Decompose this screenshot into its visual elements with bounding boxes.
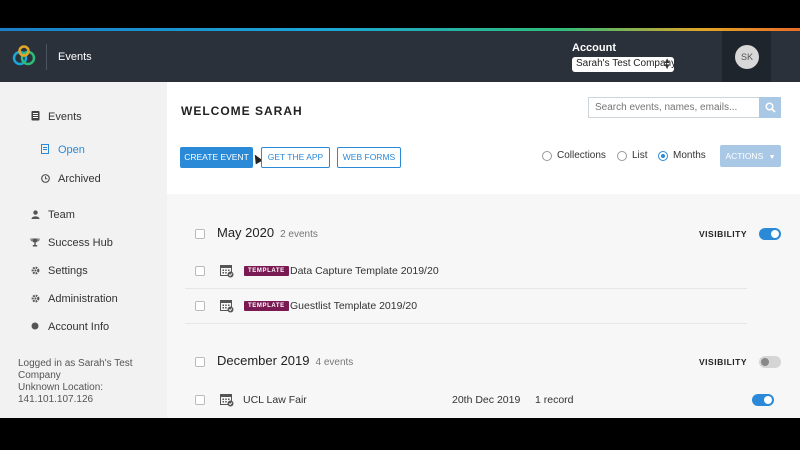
- calendar-check-icon: [220, 394, 234, 407]
- app-title: Events: [58, 51, 92, 63]
- clock-icon: [38, 173, 52, 185]
- template-badge: TEMPLATE: [244, 266, 289, 276]
- group-title-text: May 2020: [217, 225, 275, 240]
- month-group-header: December 2019 4 events VISIBILITY: [185, 342, 781, 382]
- table-row[interactable]: TEMPLATE Data Capture Template 2019/20: [185, 254, 747, 289]
- top-header: [0, 28, 800, 82]
- gear-icon: [28, 294, 42, 305]
- web-forms-button[interactable]: WEB FORMS: [337, 147, 401, 168]
- sidebar-item-label: Administration: [48, 293, 118, 305]
- sidebar-item-administration[interactable]: Administration: [28, 293, 118, 305]
- login-info-user: Logged in as Sarah's Test Company: [18, 358, 133, 381]
- view-option-label: Collections: [557, 150, 606, 161]
- login-info-ip: 141.101.107.126: [18, 394, 94, 405]
- sidebar-item-label: Archived: [58, 173, 101, 185]
- visibility-label: VISIBILITY: [699, 229, 747, 239]
- sidebar-item-label: Success Hub: [48, 237, 113, 249]
- sidebar-item-success-hub[interactable]: Success Hub: [28, 237, 113, 249]
- table-row[interactable]: UCL Law Fair 20th Dec 2019 1 record: [185, 383, 781, 418]
- app-frame: Events Account Sarah's Test Company ▲ ▼ S…: [0, 0, 800, 450]
- circle-icon: [28, 322, 42, 332]
- row-checkbox[interactable]: [195, 395, 205, 405]
- sidebar-item-settings[interactable]: Settings: [28, 265, 88, 277]
- sidebar-item-team[interactable]: Team: [28, 209, 75, 221]
- sidebar-item-label: Team: [48, 209, 75, 221]
- group-count: 4 events: [315, 357, 354, 368]
- search-button[interactable]: [759, 97, 781, 118]
- event-name[interactable]: UCL Law Fair: [243, 394, 307, 406]
- event-name[interactable]: Data Capture Template 2019/20: [290, 265, 439, 277]
- user-icon: [28, 209, 42, 221]
- group-title: May 2020 2 events: [217, 225, 318, 240]
- sidebar-item-archived[interactable]: Archived: [38, 173, 101, 185]
- account-select[interactable]: Sarah's Test Company ▲ ▼: [572, 57, 674, 72]
- sidebar-item-label: Events: [48, 110, 82, 123]
- trophy-icon: [28, 238, 42, 249]
- app-logo-icon[interactable]: [12, 45, 38, 67]
- account-select-value: Sarah's Test Company: [576, 58, 674, 69]
- view-option-label: Months: [673, 150, 706, 161]
- select-arrows-icon: ▲ ▼: [663, 57, 671, 71]
- view-option-list[interactable]: List: [617, 150, 648, 161]
- search-input[interactable]: [588, 97, 759, 118]
- visibility-toggle[interactable]: [759, 228, 781, 240]
- event-records: 1 record: [535, 394, 574, 406]
- visibility-toggle[interactable]: [759, 356, 781, 368]
- login-info-location: Unknown Location:: [18, 382, 104, 393]
- group-title-text: December 2019: [217, 353, 310, 368]
- search-icon: [765, 102, 776, 113]
- radio-months[interactable]: [658, 150, 668, 161]
- gear-icon: [28, 266, 42, 277]
- view-option-collections[interactable]: Collections: [542, 150, 606, 161]
- group-checkbox[interactable]: [195, 229, 205, 239]
- visibility-label: VISIBILITY: [699, 357, 747, 367]
- document-icon: [38, 144, 52, 156]
- template-badge: TEMPLATE: [244, 301, 289, 311]
- row-checkbox[interactable]: [195, 301, 205, 311]
- page-title: WELCOME SARAH: [181, 104, 303, 118]
- group-count: 2 events: [280, 229, 318, 240]
- table-row[interactable]: TEMPLATE Guestlist Template 2019/20: [185, 289, 747, 324]
- calendar-check-icon: [220, 265, 234, 278]
- get-the-app-button[interactable]: GET THE APP: [261, 147, 330, 168]
- view-option-months[interactable]: Months: [658, 150, 706, 161]
- group-title: December 2019 4 events: [217, 353, 353, 368]
- actions-label: ACTIONS: [725, 151, 764, 161]
- sidebar-item-account-info[interactable]: Account Info: [28, 321, 109, 333]
- visibility-toggle[interactable]: [752, 394, 774, 406]
- create-event-button[interactable]: CREATE EVENT: [180, 147, 253, 168]
- radio-collections[interactable]: [542, 150, 552, 161]
- sidebar-item-label: Settings: [48, 265, 88, 277]
- sidebar-item-events[interactable]: Events: [28, 110, 82, 123]
- month-group-header: May 2020 2 events VISIBILITY: [185, 214, 781, 254]
- radio-list[interactable]: [617, 150, 627, 161]
- event-date: 20th Dec 2019: [452, 394, 521, 406]
- actions-button[interactable]: ACTIONS ▼: [720, 145, 781, 167]
- clipboard-icon: [28, 110, 42, 123]
- main-content: WELCOME SARAH CREATE EVENT GET THE APP W…: [167, 82, 800, 418]
- view-option-label: List: [632, 150, 648, 161]
- account-label: Account: [572, 42, 616, 54]
- sidebar-item-label: Account Info: [48, 321, 110, 333]
- group-checkbox[interactable]: [195, 357, 205, 367]
- header-accent-stripe: [0, 28, 800, 31]
- sidebar-item-open[interactable]: Open: [38, 144, 85, 156]
- calendar-check-icon: [220, 300, 234, 313]
- row-checkbox[interactable]: [195, 266, 205, 276]
- sidebar-item-label: Open: [58, 144, 85, 156]
- caret-down-icon: ▼: [768, 154, 776, 161]
- event-name[interactable]: Guestlist Template 2019/20: [290, 300, 417, 312]
- login-info: Logged in as Sarah's Test Company Unknow…: [18, 358, 158, 406]
- header-divider: [46, 44, 47, 70]
- avatar[interactable]: SK: [735, 45, 759, 69]
- sidebar: Events Open Archived Team Success Hub Se…: [0, 82, 167, 418]
